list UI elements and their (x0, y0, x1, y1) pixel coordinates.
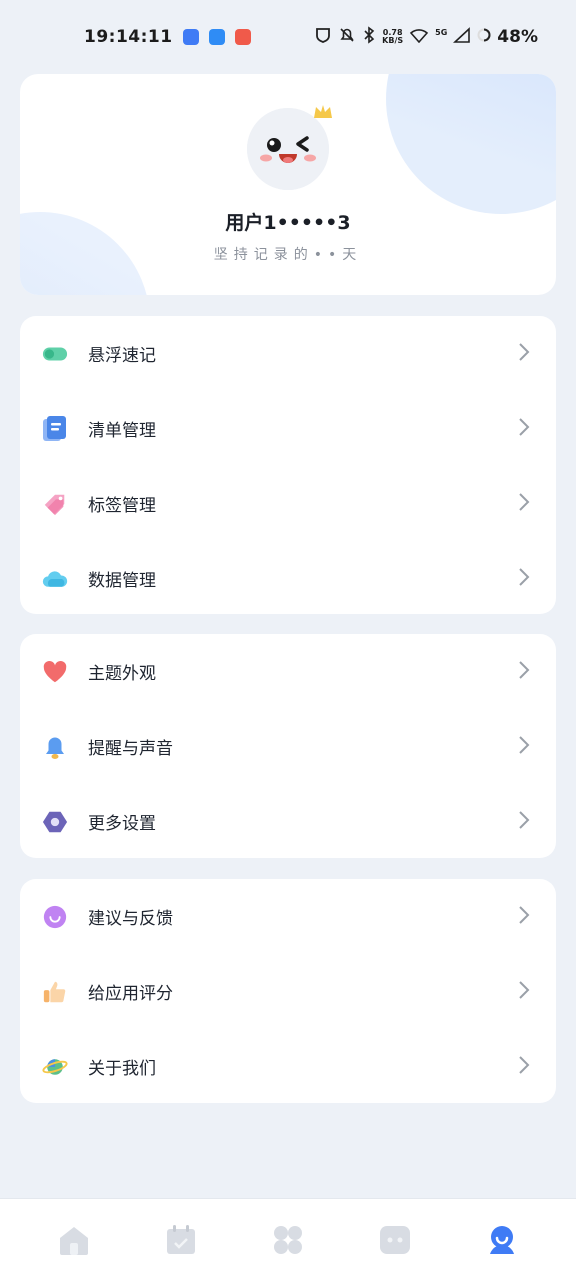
feedback-bubble-icon (42, 904, 68, 930)
bottom-navigation (0, 1198, 576, 1280)
status-left: 19:14:11 (84, 27, 251, 47)
cloud-icon (42, 566, 68, 592)
chevron-right-icon (518, 980, 530, 1004)
nav-apps[interactable] (258, 1210, 318, 1270)
nav-profile[interactable] (472, 1210, 532, 1270)
tag-icon (42, 491, 68, 517)
menu-item-label: 建议与反馈 (88, 909, 173, 929)
menu-item-label: 标签管理 (88, 496, 156, 516)
crown-icon (312, 102, 334, 126)
nav-focus[interactable] (365, 1210, 425, 1270)
status-bar: 19:14:11 0.78 KB/S 5G 48% (0, 0, 576, 74)
bell-icon (42, 734, 68, 760)
menu-item-about-us[interactable]: 关于我们 (20, 1029, 556, 1104)
menu-item-more-settings[interactable]: 更多设置 (20, 784, 556, 859)
chevron-right-icon (518, 660, 530, 684)
planet-icon (42, 1054, 68, 1080)
chevron-right-icon (518, 342, 530, 366)
shield-icon (314, 26, 332, 48)
menu-item-list-management[interactable]: 清单管理 (20, 391, 556, 466)
chevron-right-icon (518, 1055, 530, 1079)
menu-item-label: 清单管理 (88, 421, 156, 441)
username: 用户1•••••3 (225, 212, 351, 234)
nav-calendar[interactable] (151, 1210, 211, 1270)
mute-bell-icon (338, 26, 356, 48)
nav-home[interactable] (44, 1210, 104, 1270)
menu-item-label: 悬浮速记 (88, 346, 156, 366)
chevron-right-icon (518, 735, 530, 759)
notification-chat-icon (208, 29, 225, 45)
menu-group-2: 主题外观 提醒与声音 更多设置 (20, 634, 556, 858)
network-type: 5G (435, 28, 448, 37)
chevron-right-icon (518, 810, 530, 834)
menu-item-theme[interactable]: 主题外观 (20, 634, 556, 709)
status-right: 0.78 KB/S 5G 48% (314, 26, 538, 48)
settings-hex-icon (42, 809, 68, 835)
menu-item-label: 给应用评分 (88, 984, 173, 1004)
menu-item-label: 更多设置 (88, 814, 156, 834)
wifi-icon (409, 27, 429, 47)
menu-item-label: 主题外观 (88, 664, 156, 684)
calendar-check-icon (166, 1224, 195, 1254)
net-speed-unit: KB/S (382, 36, 404, 45)
chevron-right-icon (518, 492, 530, 516)
menu-item-label: 关于我们 (88, 1059, 156, 1079)
menu-item-data-management[interactable]: 数据管理 (20, 541, 556, 616)
decor-circle-top-right (386, 74, 556, 214)
home-icon (59, 1226, 88, 1255)
profile-icon (490, 1225, 515, 1254)
streak-slogan: 坚持记录的••天 (213, 247, 363, 263)
menu-item-reminder-sound[interactable]: 提醒与声音 (20, 709, 556, 784)
battery-percent: 48% (497, 27, 538, 47)
thumbs-up-icon (42, 979, 68, 1005)
notification-app-icon (182, 29, 199, 45)
menu-item-label: 数据管理 (88, 571, 156, 591)
menu-group-3: 建议与反馈 给应用评分 关于我们 (20, 879, 556, 1103)
bluetooth-icon (362, 26, 376, 48)
chevron-right-icon (518, 905, 530, 929)
menu-item-label: 提醒与声音 (88, 739, 173, 759)
menu-group-1: 悬浮速记 清单管理 标签管理 数据管理 (20, 316, 556, 614)
menu-item-floating-note[interactable]: 悬浮速记 (20, 316, 556, 391)
focus-icon (380, 1225, 411, 1254)
battery-ring-icon (477, 28, 491, 46)
menu-item-rate-app[interactable]: 给应用评分 (20, 954, 556, 1029)
notification-news-icon (234, 29, 251, 45)
status-time: 19:14:11 (84, 27, 173, 47)
profile-card[interactable]: 用户1•••••3 坚持记录的••天 (20, 74, 556, 295)
menu-item-tag-management[interactable]: 标签管理 (20, 466, 556, 541)
apps-grid-icon (273, 1225, 302, 1254)
signal-icon (453, 27, 471, 47)
menu-item-feedback[interactable]: 建议与反馈 (20, 879, 556, 954)
chevron-right-icon (518, 567, 530, 591)
list-icon (42, 415, 68, 442)
chevron-right-icon (518, 417, 530, 441)
floating-note-icon (42, 341, 68, 367)
heart-icon (42, 659, 68, 685)
network-speed: 0.78 KB/S (382, 29, 403, 45)
